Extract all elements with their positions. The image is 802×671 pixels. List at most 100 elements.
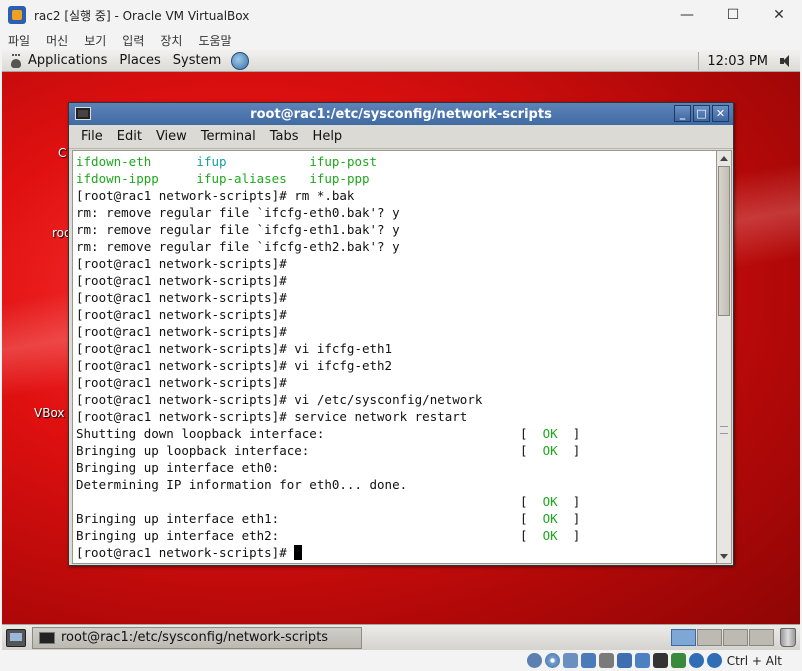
terminal-menu-view[interactable]: View — [156, 129, 187, 144]
workspace-3[interactable] — [723, 629, 748, 646]
host-menu-machine[interactable]: 머신 — [46, 32, 68, 49]
terminal-text: Bringing up interface eth1: — [76, 511, 280, 526]
terminal-line: [root@rac1 network-scripts]# — [76, 374, 716, 391]
hard-disk-icon[interactable] — [526, 653, 542, 668]
terminal-text: [root@rac1 network-scripts]# vi ifcfg-et… — [76, 341, 393, 356]
host-menu-input[interactable]: 입력 — [122, 32, 144, 49]
host-statusbar: Ctrl + Alt — [0, 650, 802, 671]
terminal-text: [root@rac1 network-scripts]# — [76, 545, 295, 560]
places-menu[interactable]: Places — [119, 53, 160, 68]
terminal-line: ifdown-ippp ifup-aliases ifup-ppp — [76, 170, 716, 187]
terminal-text: [root@rac1 network-scripts]# — [76, 307, 287, 322]
terminal-text-segment: ifdown-eth — [76, 154, 197, 169]
virtualbox-icon — [8, 6, 26, 24]
applications-menu[interactable]: Applications — [28, 53, 107, 68]
terminal-text: Bringing up loopback interface: — [76, 443, 310, 458]
scrollbar-thumb[interactable] — [718, 166, 730, 316]
panel-separator — [698, 52, 700, 70]
terminal-text: Shutting down loopback interface: — [76, 426, 325, 441]
terminal-text: [root@rac1 network-scripts]# vi ifcfg-et… — [76, 358, 393, 373]
terminal-line: Bringing up interface eth2: [ OK ] — [76, 528, 581, 543]
terminal-line: Shutting down loopback interface: [ OK ] — [76, 426, 581, 441]
optical-drive-icon[interactable] — [544, 653, 560, 668]
terminal-text: [root@rac1 network-scripts]# — [76, 324, 287, 339]
audio-icon[interactable] — [562, 653, 578, 668]
terminal-text-segment: ifdown-ippp — [76, 171, 197, 186]
host-minimize-button[interactable]: — — [664, 0, 710, 30]
terminal-line: [root@rac1 network-scripts]# vi ifcfg-et… — [76, 340, 716, 357]
host-window-controls: — ☐ ✕ — [664, 0, 802, 30]
system-menu[interactable]: System — [173, 53, 221, 68]
host-close-button[interactable]: ✕ — [756, 0, 802, 30]
host-menu-help[interactable]: 도움말 — [198, 32, 231, 49]
terminal-close-button[interactable]: ✕ — [712, 105, 729, 122]
panel-tray: 12:03 PM — [698, 50, 800, 72]
workspace-1[interactable] — [671, 629, 696, 646]
terminal-line: [root@rac1 network-scripts]# — [76, 306, 716, 323]
desktop-icon-label[interactable]: C — [58, 146, 66, 160]
cpu-icon[interactable] — [670, 653, 686, 668]
scroll-down-arrow-icon[interactable] — [717, 549, 731, 563]
host-menubar: 파일 머신 보기 입력 장치 도움말 — [0, 30, 802, 50]
ok-status: OK — [542, 494, 558, 509]
terminal-minimize-button[interactable]: _ — [674, 105, 691, 122]
host-window-title: rac2 [실행 중] - Oracle VM VirtualBox — [34, 8, 250, 23]
terminal-line: [root@rac1 network-scripts]# — [76, 272, 716, 289]
terminal-menu-edit[interactable]: Edit — [117, 129, 142, 144]
workspace-2[interactable] — [697, 629, 722, 646]
terminal-text: Determining IP information for eth0... d… — [76, 477, 408, 492]
usb-icon[interactable] — [598, 653, 614, 668]
scroll-up-arrow-icon[interactable] — [717, 151, 731, 165]
terminal-line: Bringing up interface eth1: [ OK ] — [76, 511, 581, 526]
host-titlebar: rac2 [실행 중] - Oracle VM VirtualBox — ☐ ✕ — [0, 0, 802, 30]
gnome-foot-icon[interactable] — [8, 53, 24, 69]
host-maximize-button[interactable]: ☐ — [710, 0, 756, 30]
panel-clock[interactable]: 12:03 PM — [707, 54, 768, 69]
display-icon[interactable] — [634, 653, 650, 668]
terminal-line: [ OK ] — [76, 494, 581, 509]
desktop-icon-label[interactable]: VBox — [34, 406, 65, 420]
host-menu-view[interactable]: 보기 — [84, 32, 106, 49]
terminal-text: rm: remove regular file `ifcfg-eth0.bak'… — [76, 205, 400, 220]
terminal-maximize-button[interactable]: □ — [693, 105, 710, 122]
terminal-line: [root@rac1 network-scripts]# — [76, 255, 716, 272]
terminal-menu-terminal[interactable]: Terminal — [201, 129, 256, 144]
terminal-line: ifdown-eth ifup ifup-post — [76, 153, 716, 170]
terminal-line: [root@rac1 network-scripts]# vi /etc/sys… — [76, 391, 716, 408]
terminal-line: Bringing up interface eth0: — [76, 459, 716, 476]
terminal-text: [root@rac1 network-scripts]# — [76, 256, 287, 271]
terminal-menu-file[interactable]: File — [81, 129, 103, 144]
terminal-text: [root@rac1 network-scripts]# vi /etc/sys… — [76, 392, 483, 407]
terminal-menu-help[interactable]: Help — [313, 129, 343, 144]
terminal-window: root@rac1:/etc/sysconfig/network-scripts… — [68, 102, 734, 566]
taskbar-terminal-button[interactable]: root@rac1:/etc/sysconfig/network-scripts — [32, 626, 362, 649]
host-key-arrow-icon[interactable] — [706, 653, 722, 668]
web-browser-icon[interactable] — [231, 51, 250, 70]
trash-icon[interactable] — [780, 628, 796, 647]
shared-folders-icon[interactable] — [616, 653, 632, 668]
recording-icon[interactable] — [652, 653, 668, 668]
taskbar-label: root@rac1:/etc/sysconfig/network-scripts — [61, 630, 329, 645]
terminal-scrollbar[interactable] — [717, 150, 732, 564]
terminal-text: [root@rac1 network-scripts]# — [76, 290, 287, 305]
volume-icon[interactable] — [778, 54, 794, 68]
host-menu-devices[interactable]: 장치 — [160, 32, 182, 49]
ok-status: OK — [542, 426, 558, 441]
terminal-text: [root@rac1 network-scripts]# service net… — [76, 409, 468, 424]
gnome-top-panel: Applications Places System 12:03 PM — [2, 50, 800, 72]
terminal-output[interactable]: ifdown-eth ifup ifup-post ifdown-ippp ifu… — [72, 150, 717, 564]
terminal-menu-tabs[interactable]: Tabs — [270, 129, 299, 144]
network-icon[interactable] — [580, 653, 596, 668]
terminal-text: Bringing up interface eth2: — [76, 528, 280, 543]
mouse-integration-icon[interactable] — [688, 653, 704, 668]
show-desktop-icon[interactable] — [6, 628, 26, 647]
ok-status: OK — [542, 511, 558, 526]
workspace-4[interactable] — [749, 629, 774, 646]
terminal-menubar: File Edit View Terminal Tabs Help — [69, 125, 733, 149]
terminal-line: Determining IP information for eth0... d… — [76, 476, 716, 493]
host-menu-file[interactable]: 파일 — [8, 32, 30, 49]
terminal-line: [root@rac1 network-scripts]# rm *.bak — [76, 187, 716, 204]
terminal-icon — [39, 631, 55, 644]
terminal-cursor — [294, 545, 303, 560]
terminal-titlebar[interactable]: root@rac1:/etc/sysconfig/network-scripts… — [69, 103, 733, 125]
